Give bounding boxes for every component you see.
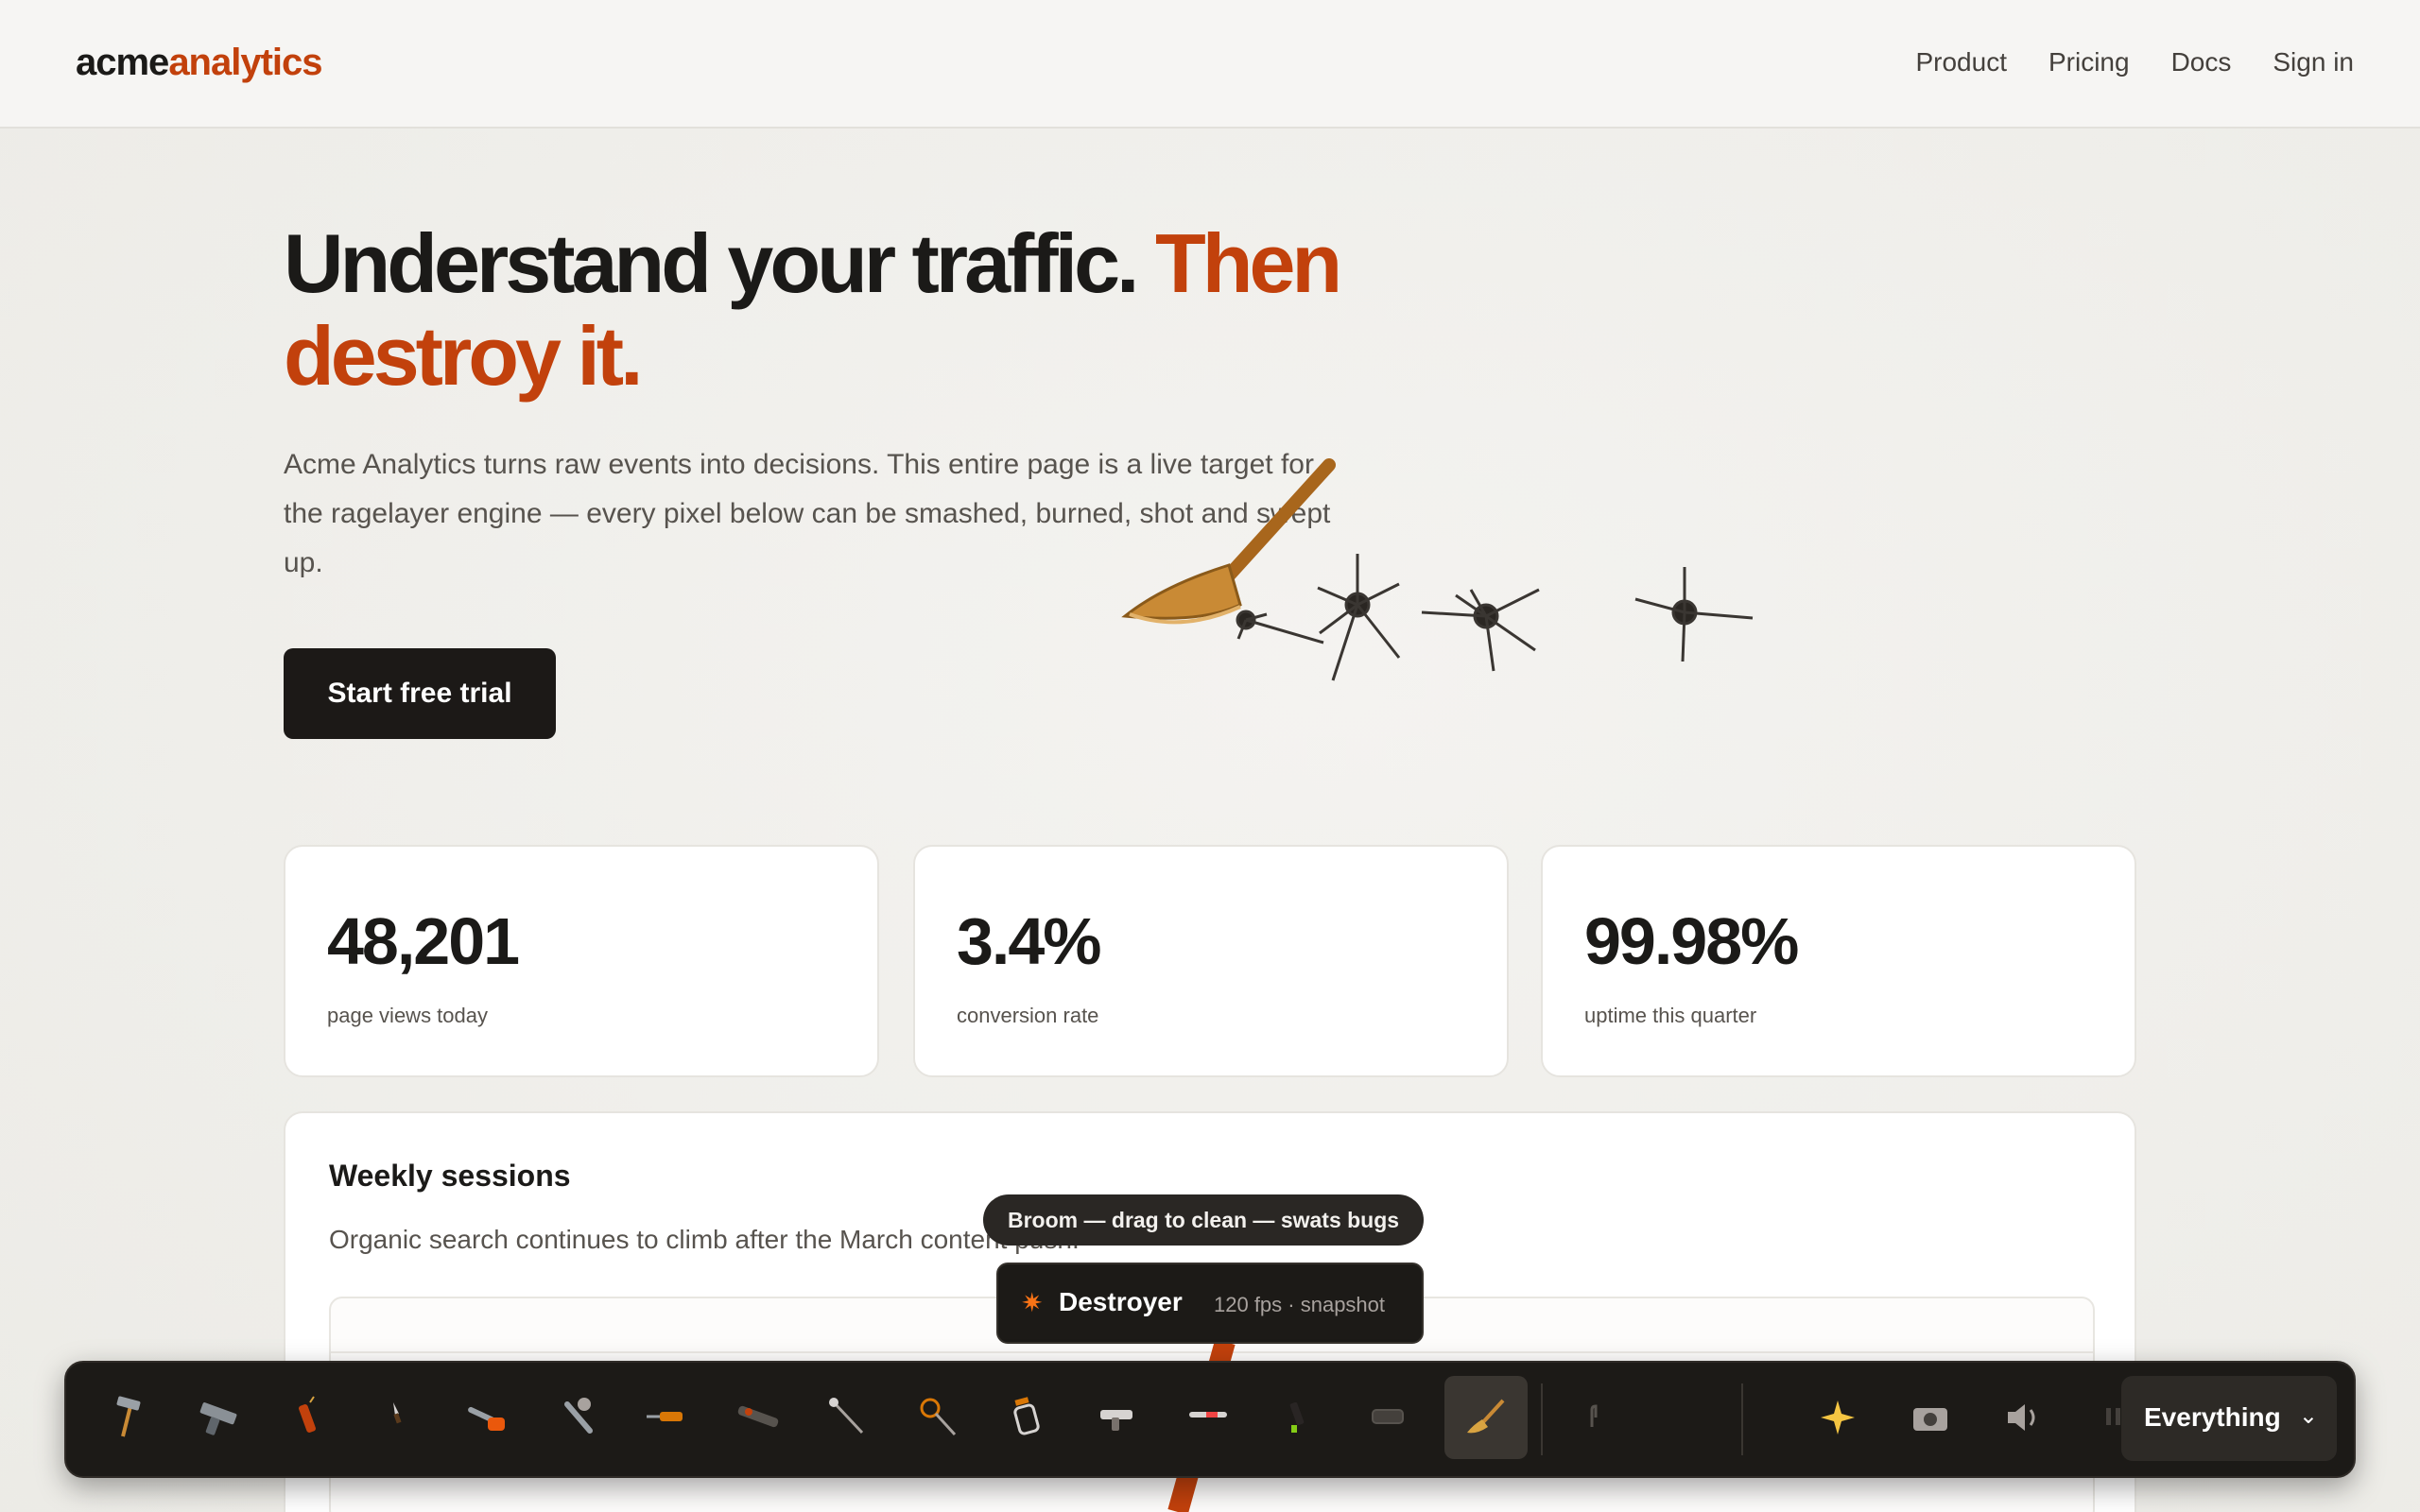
toolbar-divider	[1541, 1383, 1543, 1455]
tool-tooltip: Broom — drag to clean — swats bugs	[983, 1194, 1425, 1246]
blaster-icon[interactable]	[1076, 1376, 1159, 1459]
speaker-icon[interactable]	[1981, 1376, 2065, 1459]
broom-icon[interactable]	[1444, 1376, 1528, 1459]
jar-icon[interactable]	[985, 1376, 1068, 1459]
hypnosis-icon[interactable]	[896, 1376, 979, 1459]
wrench-icon[interactable]	[537, 1376, 620, 1459]
rocket-launcher-icon[interactable]	[717, 1376, 800, 1459]
marker-icon[interactable]	[1255, 1376, 1339, 1459]
eraser-icon[interactable]	[1346, 1376, 1429, 1459]
sparkles-icon[interactable]	[1796, 1376, 1879, 1459]
knife-icon[interactable]	[355, 1376, 439, 1459]
destroyer-badge: ✷ Destroyer 120 fps · snapshot	[996, 1263, 1424, 1344]
mode-select-value: Everything	[2144, 1402, 2281, 1432]
weapon-toolbar: Everything ⌄	[64, 1361, 2356, 1478]
hand-icon[interactable]	[1558, 1376, 1641, 1459]
mode-select[interactable]: Everything ⌄	[2121, 1376, 2337, 1461]
camera-icon[interactable]	[1889, 1376, 1972, 1459]
wand-icon[interactable]	[805, 1376, 889, 1459]
laser-icon[interactable]	[1167, 1376, 1250, 1459]
chevron-down-icon: ⌄	[2298, 1403, 2318, 1429]
gun-icon[interactable]	[178, 1376, 261, 1459]
destroyer-meta: 120 fps · snapshot	[1214, 1293, 1386, 1316]
burst-icon: ✷	[1021, 1288, 1044, 1317]
chainsaw-icon[interactable]	[446, 1376, 529, 1459]
dynamite-icon[interactable]	[267, 1376, 350, 1459]
destroyer-name: Destroyer	[1059, 1287, 1183, 1316]
hammer-icon[interactable]	[87, 1376, 170, 1459]
drill-icon[interactable]	[626, 1376, 709, 1459]
toolbar-divider	[1741, 1383, 1743, 1455]
